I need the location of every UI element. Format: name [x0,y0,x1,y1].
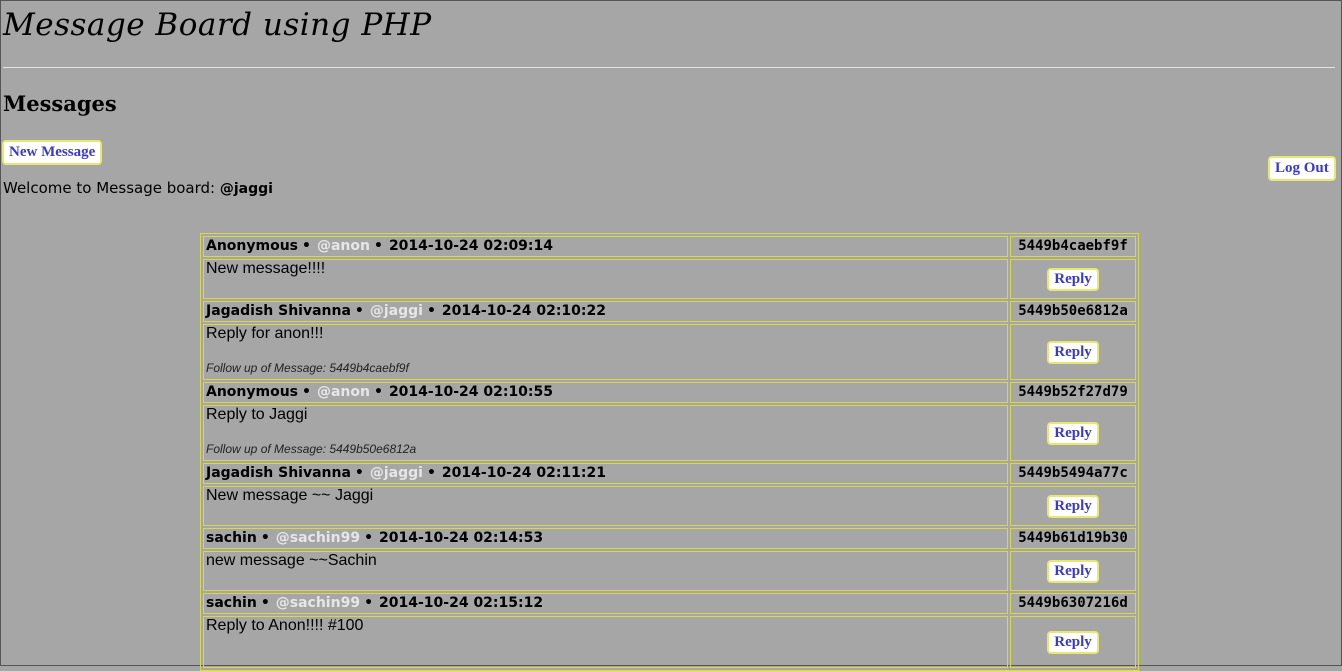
author-handle: @anon [316,384,370,400]
message-timestamp: 2014-10-24 02:10:55 [388,384,554,400]
message-meta: Anonymous • @anon • 2014-10-24 02:10:55 [203,382,1008,403]
log-out-button[interactable]: Log Out [1268,156,1336,181]
message-header-row: Jagadish Shivanna • @jaggi • 2014-10-24 02:1… [203,301,1136,322]
message-body: New message!!!! [203,259,1008,299]
separator-dot: • [354,303,364,319]
author-handle: @sachin99 [275,530,361,546]
message-meta: Anonymous • @anon • 2014-10-24 02:09:14 [203,236,1008,257]
author-handle: @jaggi [369,465,423,481]
message-body-row: Reply to Jaggi Follow up of Message: 5449… [203,405,1136,461]
separator-dot: • [354,465,364,481]
author-handle: @jaggi [369,303,423,319]
message-timestamp: 2014-10-24 02:11:21 [441,465,606,481]
section-title: Messages [3,91,117,116]
message-header-row: sachin • @sachin99 • 2014-10-24 02:15:12 5449… [203,593,1136,614]
reply-button[interactable]: Reply [1047,340,1099,364]
message-body-row: New message!!!! Reply [203,259,1136,299]
author-name: Jagadish Shivanna [206,465,351,481]
author-name: Anonymous [206,238,299,254]
message-body: Reply to Anon!!!! #100 [203,616,1008,668]
message-body-row: Reply for anon!!! Follow up of Message: 5… [203,324,1136,380]
message-text: New message ~~ Jaggi [206,487,374,504]
separator-dot: • [364,595,374,611]
message-header-row: sachin • @sachin99 • 2014-10-24 02:14:53 5449… [203,528,1136,549]
message-body: Reply to Jaggi Follow up of Message: 5449… [203,405,1008,461]
message-id: 5449b52f27d79 [1010,382,1136,403]
message-id: 5449b50e6812a [1010,301,1136,322]
reply-button[interactable]: Reply [1047,421,1099,445]
message-text: Reply for anon!!! [206,325,324,342]
separator-dot: • [302,238,311,254]
message-timestamp: 2014-10-24 02:09:14 [388,238,554,254]
message-body: New message ~~ Jaggi [203,486,1008,526]
message-header-row: Anonymous • @anon • 2014-10-24 02:10:55 5449b… [203,382,1136,403]
message-body-row: New message ~~ Jaggi Reply [203,486,1136,526]
reply-cell: Reply [1010,259,1136,299]
reply-cell: Reply [1010,486,1136,526]
reply-button[interactable]: Reply [1047,494,1099,518]
message-timestamp: 2014-10-24 02:10:22 [441,303,606,319]
message-body: Reply for anon!!! Follow up of Message: 5… [203,324,1008,380]
separator-dot: • [426,465,436,481]
separator-dot: • [302,384,311,400]
separator-dot: • [373,238,383,254]
welcome-user: @jaggi [219,181,273,197]
separator-dot: • [426,303,436,319]
message-meta: sachin • @sachin99 • 2014-10-24 02:15:12 [203,593,1008,614]
welcome-line: Welcome to Message board: @jaggi [3,179,273,197]
message-id: 5449b6307216d [1010,593,1136,614]
message-id: 5449b4caebf9f [1010,236,1136,257]
author-name: Anonymous [206,384,299,400]
reply-cell: Reply [1010,324,1136,380]
reply-button[interactable]: Reply [1047,559,1099,583]
page-title: Message Board using PHP [3,7,432,43]
message-text: Reply to Anon!!!! #100 [206,617,364,634]
message-id: 5449b61d19b30 [1010,528,1136,549]
author-name: Jagadish Shivanna [206,303,351,319]
author-name: sachin [206,530,257,546]
message-id: 5449b5494a77c [1010,463,1136,484]
separator-dot: • [260,595,270,611]
separator-dot: • [364,530,374,546]
message-header-row: Jagadish Shivanna • @jaggi • 2014-10-24 02:1… [203,463,1136,484]
message-meta: sachin • @sachin99 • 2014-10-24 02:14:53 [203,528,1008,549]
reply-button[interactable]: Reply [1047,267,1099,291]
separator-dot: • [373,384,383,400]
author-handle: @sachin99 [275,595,361,611]
followup-note: Follow up of Message: 5449b4caebf9f [206,361,409,375]
message-meta: Jagadish Shivanna • @jaggi • 2014-10-24 02:1… [203,301,1008,322]
message-meta: Jagadish Shivanna • @jaggi • 2014-10-24 02:1… [203,463,1008,484]
welcome-text: Welcome to Message board: [3,179,220,197]
message-body-row: new message ~~Sachin Reply [203,551,1136,591]
followup-note: Follow up of Message: 5449b50e6812a [206,442,417,456]
message-text: Reply to Jaggi [206,406,308,423]
message-table: Anonymous • @anon • 2014-10-24 02:09:14 5449b… [200,233,1139,671]
author-name: sachin [206,595,257,611]
message-timestamp: 2014-10-24 02:14:53 [379,530,544,546]
message-header-row: Anonymous • @anon • 2014-10-24 02:09:14 5449b… [203,236,1136,257]
message-text: New message!!!! [206,260,326,277]
separator-dot: • [260,530,270,546]
message-text: new message ~~Sachin [206,552,377,569]
reply-cell: Reply [1010,551,1136,591]
reply-button[interactable]: Reply [1047,630,1099,654]
message-timestamp: 2014-10-24 02:15:12 [379,595,544,611]
new-message-button[interactable]: New Message [2,140,103,165]
message-body: new message ~~Sachin [203,551,1008,591]
author-handle: @anon [316,238,370,254]
message-body-row: Reply to Anon!!!! #100 Reply [203,616,1136,668]
title-divider [3,67,1335,68]
reply-cell: Reply [1010,616,1136,668]
reply-cell: Reply [1010,405,1136,461]
